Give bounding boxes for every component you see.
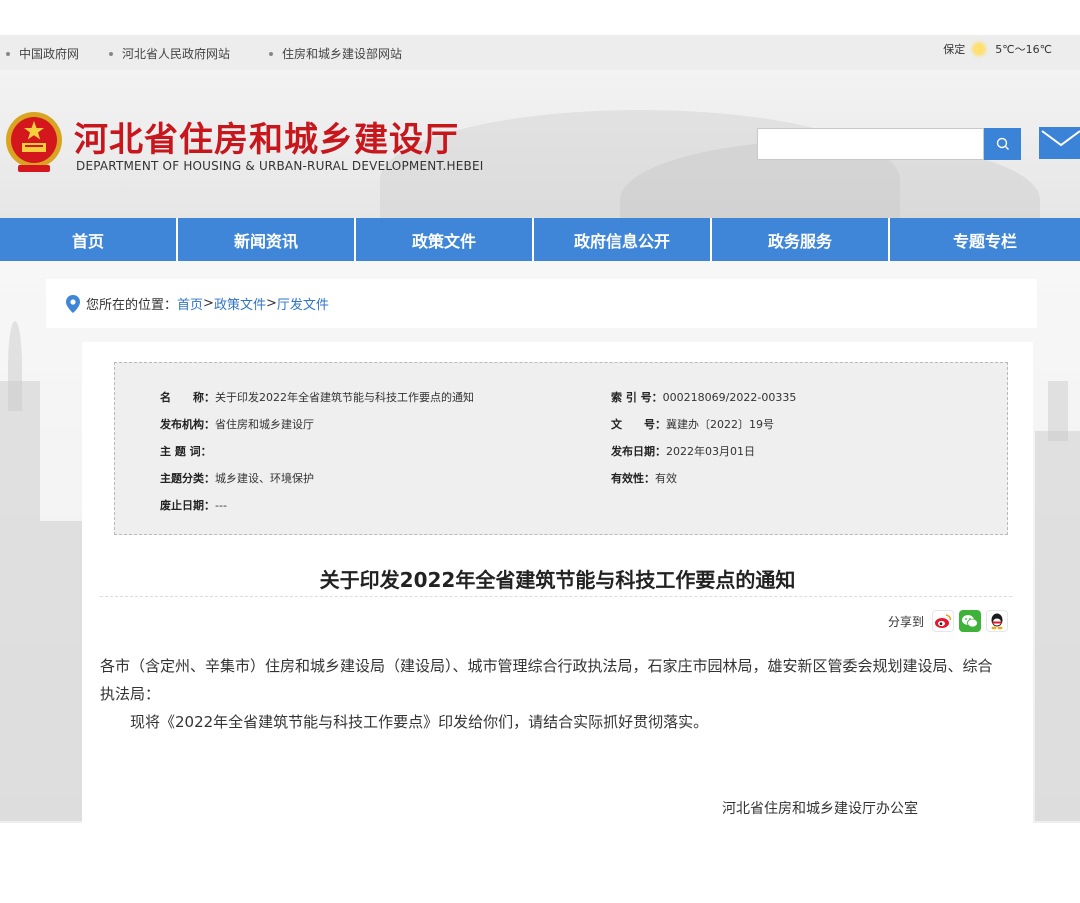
weather-widget: 保定 5℃～16℃ [943, 41, 1052, 57]
nav-home[interactable]: 首页 [0, 218, 178, 261]
breadcrumb-current[interactable]: 厅发文件 [277, 294, 329, 313]
link-mohurd[interactable]: 住房和城乡建设部网站 [269, 45, 402, 62]
weibo-icon [935, 614, 952, 628]
background-building [1048, 381, 1068, 441]
document-metadata: 名 称： 关于印发2022年全省建筑节能与科技工作要点的通知 索 引 号： 00… [114, 362, 1008, 535]
top-links-bar: 中国政府网 河北省人民政府网站 住房和城乡建设部网站 保定 5℃～16℃ [0, 35, 1080, 70]
breadcrumb-home[interactable]: 首页 [177, 294, 203, 313]
meta-issuer-label: 发布机构： [160, 418, 215, 431]
meta-expiry-value: --- [215, 498, 227, 512]
meta-name-label: 名 称： [160, 391, 215, 404]
meta-date-value: 2022年03月01日 [666, 445, 755, 458]
mail-icon [1041, 130, 1080, 147]
nav-policy[interactable]: 政策文件 [356, 218, 534, 261]
search-icon [996, 137, 1009, 150]
background-building [0, 381, 40, 821]
link-gov-cn[interactable]: 中国政府网 [6, 45, 79, 62]
link-hebei-gov[interactable]: 河北省人民政府网站 [109, 45, 230, 62]
meta-issuer-value: 省住房和城乡建设厅 [215, 418, 314, 431]
article-signature: 河北省住房和城乡建设厅办公室 [722, 801, 918, 817]
article-paragraph: 现将《2022年全省建筑节能与科技工作要点》印发给你们，请结合实际抓好贯彻落实。 [130, 713, 709, 731]
background-tower [8, 321, 22, 411]
breadcrumb-policy[interactable]: 政策文件 [214, 294, 266, 313]
meta-category-label: 主题分类： [160, 472, 215, 485]
link-hebei-gov-label[interactable]: 河北省人民政府网站 [122, 45, 230, 62]
nav-special[interactable]: 专题专栏 [890, 218, 1080, 261]
meta-index: 索 引 号： 000218069/2022-00335 [611, 389, 796, 405]
nav-services[interactable]: 政务服务 [712, 218, 890, 261]
search-input[interactable] [757, 128, 984, 160]
article-title: 关于印发2022年全省建筑节能与科技工作要点的通知 [319, 568, 796, 592]
meta-subject: 主 题 词： [160, 443, 212, 459]
site-title-english: DEPARTMENT OF HOUSING & URBAN-RURAL DEVE… [76, 159, 484, 173]
meta-expiry: 废止日期： --- [160, 497, 227, 513]
meta-docno-value: 冀建办〔2022〕19号 [666, 418, 774, 431]
meta-date-label: 发布日期： [611, 445, 666, 458]
meta-issuer: 发布机构： 省住房和城乡建设厅 [160, 416, 314, 432]
nav-gov-info[interactable]: 政府信息公开 [534, 218, 712, 261]
meta-category: 主题分类： 城乡建设、环境保护 [160, 470, 314, 486]
link-mohurd-label[interactable]: 住房和城乡建设部网站 [282, 45, 402, 62]
footer-blank [0, 823, 1080, 903]
article-body: 各市（含定州、辛集市）住房和城乡建设局（建设局）、城市管理综合行政执法局，石家庄… [100, 652, 1005, 736]
wechat-icon [962, 615, 978, 628]
search-button[interactable] [984, 128, 1021, 160]
breadcrumb-separator: > [203, 296, 214, 311]
breadcrumb-prefix: 您所在的位置： [86, 298, 178, 313]
nav-news[interactable]: 新闻资讯 [178, 218, 356, 261]
meta-subject-label: 主 题 词： [160, 445, 212, 458]
weather-city: 保定 [943, 43, 966, 56]
national-emblem-icon [6, 112, 62, 172]
weather-temp: 5℃～16℃ [995, 43, 1052, 56]
meta-date: 发布日期： 2022年03月01日 [611, 443, 755, 459]
title-divider [100, 596, 1012, 597]
meta-name-value: 关于印发2022年全省建筑节能与科技工作要点的通知 [215, 391, 474, 404]
meta-docno-label: 文 号： [611, 418, 666, 431]
share-bar: 分享到 [888, 610, 1009, 632]
bullet-icon [6, 51, 10, 56]
meta-name: 名 称： 关于印发2022年全省建筑节能与科技工作要点的通知 [160, 389, 474, 405]
background-building [40, 521, 82, 821]
article-panel: 名 称： 关于印发2022年全省建筑节能与科技工作要点的通知 索 引 号： 00… [82, 342, 1033, 823]
site-header: 河北省住房和城乡建设厅 DEPARTMENT OF HOUSING & URBA… [0, 70, 1080, 218]
breadcrumb-separator: > [265, 296, 277, 311]
meta-validity-label: 有效性： [611, 472, 655, 485]
article-paragraph: 各市（含定州、辛集市）住房和城乡建设局（建设局）、城市管理综合行政执法局，石家庄… [100, 657, 993, 703]
link-gov-cn-label[interactable]: 中国政府网 [19, 45, 79, 62]
background-building [1035, 431, 1080, 821]
share-weibo-button[interactable] [932, 610, 955, 632]
bullet-icon [109, 51, 113, 56]
mail-button[interactable] [1039, 127, 1080, 159]
share-label: 分享到 [888, 614, 925, 629]
meta-index-value: 000218069/2022-00335 [662, 390, 797, 404]
location-pin-icon [66, 294, 80, 313]
meta-validity: 有效性： 有效 [611, 470, 677, 486]
meta-category-value: 城乡建设、环境保护 [215, 472, 314, 485]
sun-icon [973, 43, 986, 55]
site-title: 河北省住房和城乡建设厅 [74, 120, 459, 160]
breadcrumb: 您所在的位置： 首页 > 政策文件 > 厅发文件 [46, 279, 1037, 328]
meta-expiry-label: 废止日期： [160, 499, 215, 512]
share-wechat-button[interactable] [959, 610, 982, 632]
share-qq-button[interactable] [986, 610, 1009, 632]
meta-docno: 文 号： 冀建办〔2022〕19号 [611, 416, 774, 432]
meta-index-label: 索 引 号： [611, 391, 663, 404]
bullet-icon [269, 51, 273, 56]
main-nav: 首页 新闻资讯 政策文件 政府信息公开 政务服务 专题专栏 [0, 218, 1080, 261]
qq-icon [991, 613, 1003, 630]
meta-validity-value: 有效 [655, 472, 677, 485]
